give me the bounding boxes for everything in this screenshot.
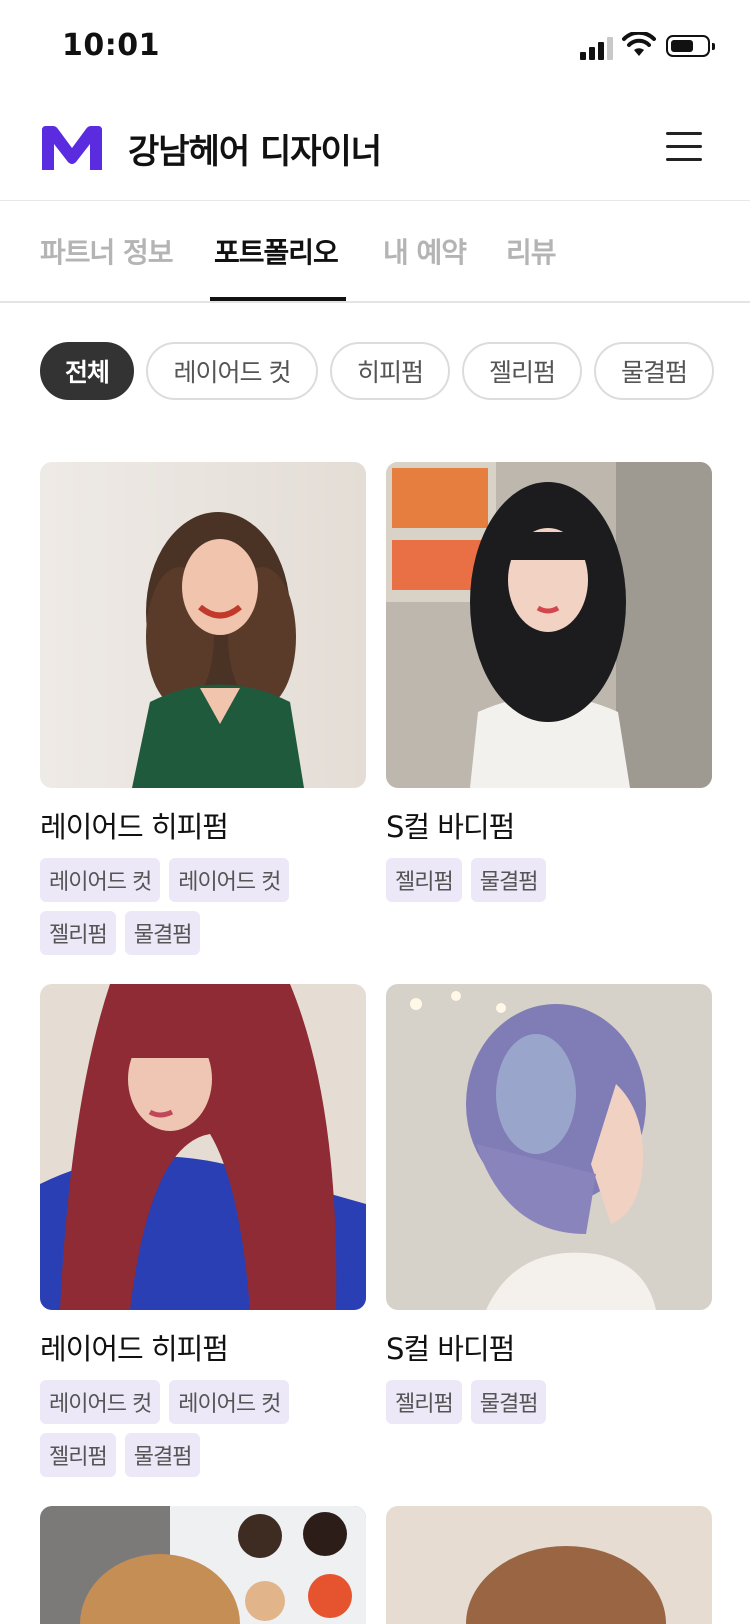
portfolio-card[interactable]: 레이어드 히피펌 레이어드 컷 레이어드 컷 젤리펌 물결펌 — [40, 984, 366, 1477]
filter-chip-jelly-perm[interactable]: 젤리펌 — [462, 342, 582, 400]
portfolio-tags: 레이어드 컷 레이어드 컷 젤리펌 물결펌 — [40, 858, 330, 955]
tab-partner-info[interactable]: 파트너 정보 — [40, 231, 174, 271]
cellular-signal-icon — [580, 36, 614, 60]
menu-line — [666, 132, 702, 135]
filter-chip-all[interactable]: 전체 — [40, 342, 134, 400]
portfolio-photo-curly-hair[interactable] — [40, 462, 366, 788]
style-tag: 물결펌 — [124, 1433, 201, 1477]
style-tag: 레이어드 컷 — [169, 858, 290, 902]
style-tag: 젤리펌 — [40, 1433, 116, 1477]
style-tag: 물결펌 — [470, 858, 547, 902]
portfolio-photo-red-long-hair[interactable] — [40, 984, 366, 1310]
portfolio-title: S컬 바디펌 — [386, 810, 515, 844]
wifi-icon — [622, 32, 656, 56]
portfolio-card[interactable]: 레이어드 히피펌 레이어드 컷 레이어드 컷 젤리펌 물결펌 — [40, 462, 366, 955]
filter-chip-layered-cut[interactable]: 레이어드 컷 — [146, 342, 318, 400]
portfolio-title: 레이어드 히피펌 — [40, 810, 229, 844]
style-tag: 물결펌 — [124, 911, 201, 955]
filter-chips: 전체 레이어드 컷 히피펌 젤리펌 물결펌 — [0, 342, 750, 402]
filter-chip-hippie-perm[interactable]: 히피펌 — [330, 342, 450, 400]
battery-icon — [666, 35, 715, 57]
style-tag: 레이어드 컷 — [40, 1380, 161, 1424]
style-tag: 레이어드 컷 — [40, 858, 161, 902]
portfolio-photo-lavender-bob[interactable] — [386, 984, 712, 1310]
status-time: 10:01 — [62, 28, 160, 63]
tab-portfolio[interactable]: 포트폴리오 — [214, 231, 339, 271]
tab-bar: 파트너 정보 포트폴리오 내 예약 리뷰 — [0, 201, 750, 303]
brand-logo-icon[interactable] — [40, 126, 104, 172]
status-bar: 10:01 — [0, 0, 750, 96]
app-header: 강남헤어 디자이너 — [0, 96, 750, 201]
portfolio-card[interactable] — [386, 1506, 712, 1624]
style-tag: 젤리펌 — [40, 911, 116, 955]
portfolio-title: S컬 바디펌 — [386, 1332, 515, 1366]
style-tag: 레이어드 컷 — [169, 1380, 290, 1424]
menu-line — [666, 145, 702, 148]
portfolio-photo-brown-hair[interactable] — [386, 1506, 712, 1624]
portfolio-photo-blonde-hair[interactable] — [40, 1506, 366, 1624]
active-tab-indicator — [210, 297, 346, 301]
portfolio-tags: 젤리펌 물결펌 — [386, 1380, 676, 1424]
portfolio-tags: 레이어드 컷 레이어드 컷 젤리펌 물결펌 — [40, 1380, 330, 1477]
filter-chip-wave-perm[interactable]: 물결펌 — [594, 342, 714, 400]
tab-reviews[interactable]: 리뷰 — [506, 231, 557, 271]
portfolio-title: 레이어드 히피펌 — [40, 1332, 229, 1366]
hamburger-menu-button[interactable] — [666, 130, 704, 162]
portfolio-tags: 젤리펌 물결펌 — [386, 858, 676, 902]
style-tag: 젤리펌 — [386, 1380, 462, 1424]
brand-name: 강남헤어 디자이너 — [128, 132, 382, 172]
menu-line — [666, 158, 702, 161]
portfolio-card[interactable] — [40, 1506, 366, 1624]
style-tag: 젤리펌 — [386, 858, 462, 902]
portfolio-card[interactable]: S컬 바디펌 젤리펌 물결펌 — [386, 462, 712, 902]
portfolio-photo-black-wavy-hair[interactable] — [386, 462, 712, 788]
style-tag: 물결펌 — [470, 1380, 547, 1424]
portfolio-card[interactable]: S컬 바디펌 젤리펌 물결펌 — [386, 984, 712, 1424]
tab-my-reservations[interactable]: 내 예약 — [383, 231, 467, 271]
